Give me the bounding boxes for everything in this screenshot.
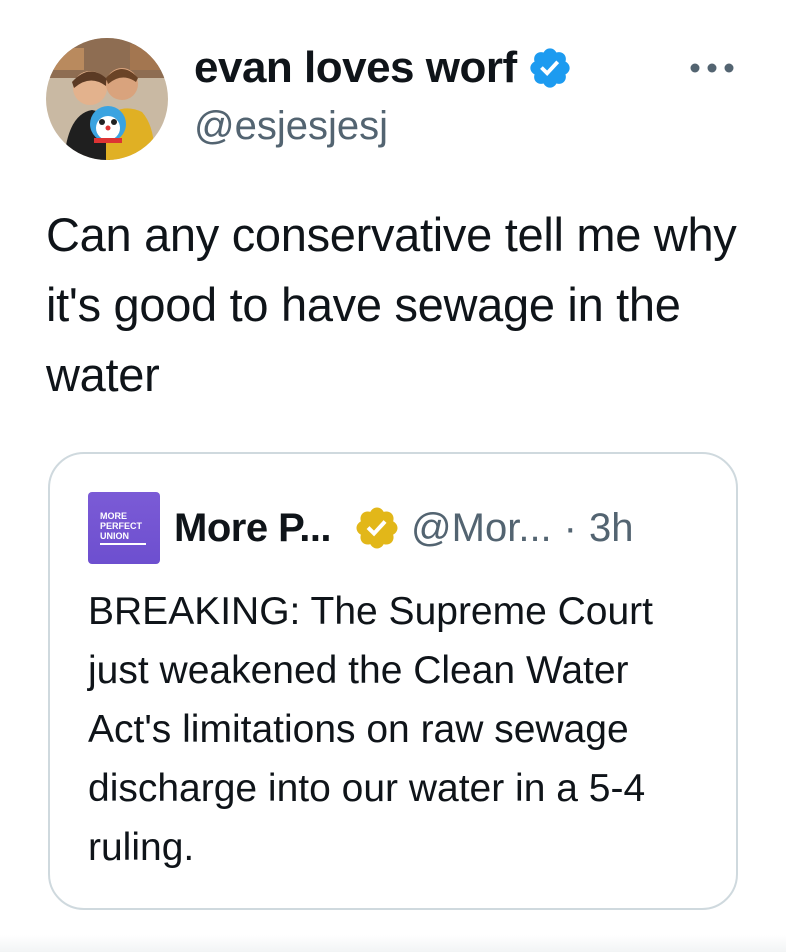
logo-line-2: PERFECT [100, 521, 143, 531]
more-options-button[interactable] [682, 50, 742, 86]
quoted-avatar-logo[interactable]: MORE PERFECT UNION [88, 492, 160, 564]
verified-org-badge-icon [353, 504, 401, 552]
quoted-tweet[interactable]: MORE PERFECT UNION More P... @Mor... · 3… [48, 452, 738, 910]
logo-line-3: UNION [100, 531, 129, 541]
profile-photo-icon [46, 38, 168, 160]
quoted-display-name: More P... [174, 505, 332, 550]
author-handle[interactable]: @esjesjesj [194, 104, 388, 149]
quoted-text: BREAKING: The Supreme Court just weakene… [88, 590, 654, 869]
author-display-name[interactable]: evan loves worf [194, 43, 517, 93]
separator-dot: · [563, 505, 577, 550]
author-name-row: evan loves worf [194, 40, 573, 96]
tweet-text: Can any conservative tell me why it's go… [46, 208, 737, 401]
logo-line-1: MORE [100, 511, 127, 521]
quoted-header: More P... @Mor... · 3h [174, 500, 634, 556]
ellipsis-icon [690, 63, 734, 73]
tweet: evan loves worf @esjesjesj Can any conse… [0, 0, 786, 952]
verified-badge-icon[interactable] [527, 45, 573, 91]
avatar[interactable] [46, 38, 168, 160]
quoted-handle: @Mor... [411, 505, 552, 550]
quoted-timestamp: 3h [589, 505, 634, 550]
logo-underline [100, 543, 146, 545]
bottom-edge [0, 935, 786, 952]
